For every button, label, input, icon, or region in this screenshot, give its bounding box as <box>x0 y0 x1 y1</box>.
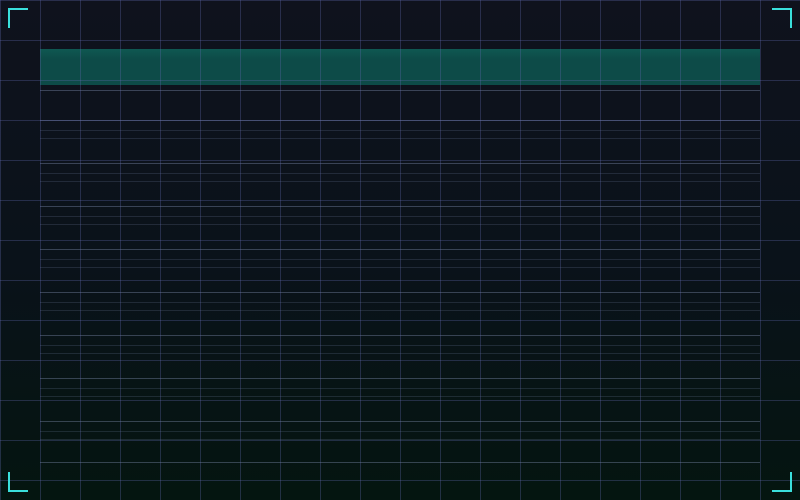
table-header-bar[interactable] <box>40 49 760 85</box>
corner-bracket-top-left-icon <box>8 8 28 28</box>
row-text-placeholder <box>40 130 760 139</box>
row-text-placeholder <box>40 302 760 311</box>
table-row <box>40 292 760 335</box>
table-row <box>40 378 760 421</box>
hud-screen <box>0 0 800 500</box>
row-text-placeholder <box>40 431 760 440</box>
row-text-placeholder <box>40 388 760 397</box>
row-text-placeholder <box>40 173 760 182</box>
table-row <box>40 120 760 163</box>
row-text-placeholder <box>40 259 760 268</box>
table-bottom-border <box>40 462 760 463</box>
row-text-placeholder <box>40 216 760 225</box>
corner-bracket-bottom-right-icon <box>772 472 792 492</box>
corner-bracket-bottom-left-icon <box>8 472 28 492</box>
table-row <box>40 249 760 292</box>
table-row <box>40 163 760 206</box>
table-row <box>40 206 760 249</box>
row-text-placeholder <box>40 345 760 354</box>
table-row <box>40 421 760 462</box>
corner-bracket-top-right-icon <box>772 8 792 28</box>
table-header-underline <box>40 90 760 91</box>
table-row <box>40 335 760 378</box>
